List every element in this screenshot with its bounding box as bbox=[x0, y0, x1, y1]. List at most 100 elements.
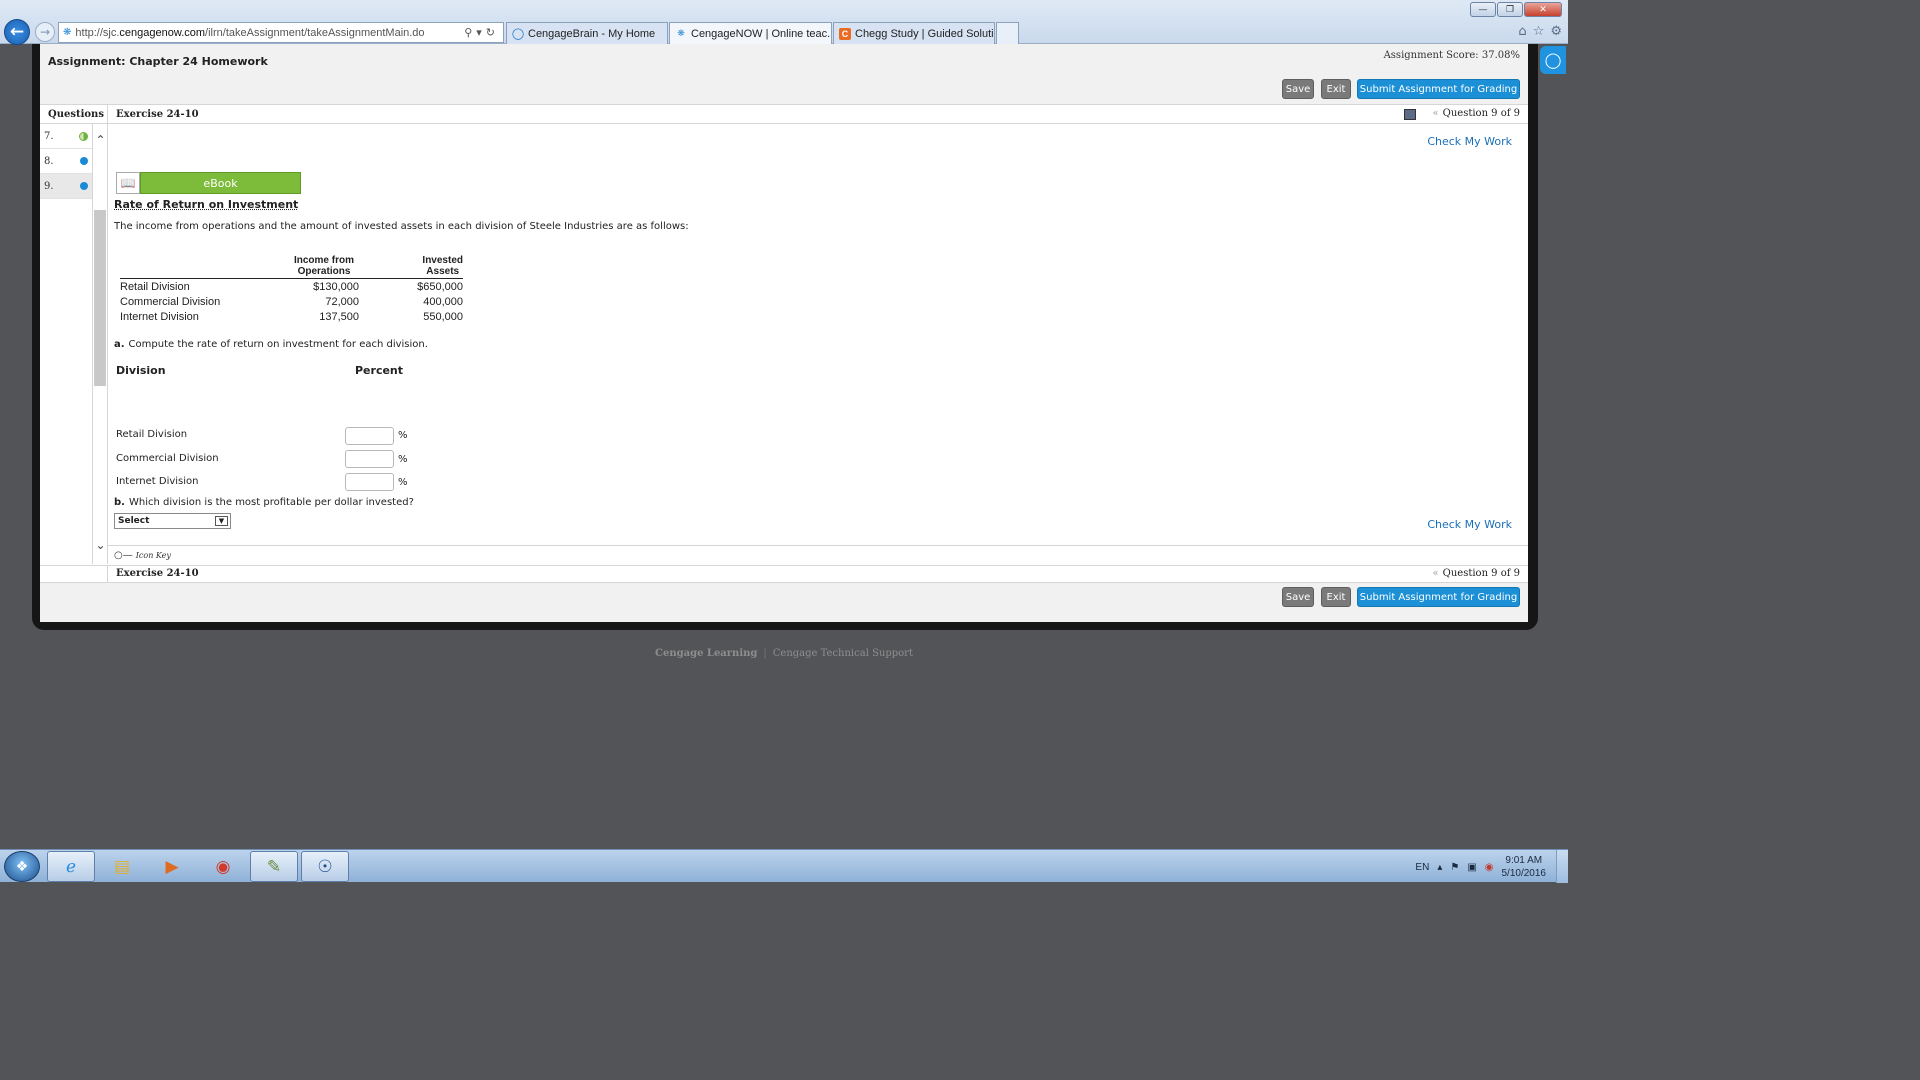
assignment-panel: Assignment: Chapter 24 Homework Assignme… bbox=[40, 44, 1528, 622]
language-indicator[interactable]: EN bbox=[1415, 862, 1429, 873]
minimize-button[interactable]: — bbox=[1470, 2, 1496, 17]
footer-left-cell bbox=[40, 566, 108, 583]
forward-button[interactable]: → bbox=[35, 22, 55, 42]
table-header-assets: Invested Assets bbox=[359, 255, 463, 279]
table-cell-assets: 550,000 bbox=[423, 311, 463, 324]
percent-sign: % bbox=[398, 477, 408, 488]
table-row: Retail Division $130,000 $650,000 bbox=[120, 279, 463, 295]
taskbar-paint[interactable]: ✎ bbox=[250, 851, 298, 882]
submit-assignment-button[interactable]: Submit Assignment for Grading bbox=[1357, 79, 1520, 99]
address-bar[interactable]: ❋ http://sjc.cengagenow.com/ilrn/takeAss… bbox=[58, 22, 504, 43]
volume-muted-icon[interactable]: ◉ bbox=[1485, 862, 1494, 873]
exercise-title: Exercise 24-10 bbox=[116, 108, 199, 120]
footer-exercise-title: Exercise 24-10 bbox=[116, 568, 199, 579]
key-icon: ○— bbox=[114, 550, 133, 561]
cengage-learning-link[interactable]: Cengage Learning bbox=[655, 648, 757, 659]
table-cell-division: Internet Division bbox=[120, 311, 199, 324]
action-center-flag-icon[interactable]: ⚑ bbox=[1450, 862, 1459, 873]
headset-icon[interactable]: ◯ bbox=[1540, 46, 1566, 74]
taskbar-chrome[interactable]: ◉ bbox=[199, 851, 247, 882]
save-button[interactable]: Save bbox=[1282, 79, 1314, 99]
restore-button[interactable]: ❐ bbox=[1497, 2, 1523, 17]
table-cell-assets: 400,000 bbox=[423, 295, 463, 308]
table-cell-division: Retail Division bbox=[120, 280, 190, 293]
internet-percent-input[interactable] bbox=[345, 473, 394, 491]
question-item-8[interactable]: 8. bbox=[40, 149, 92, 174]
footer-question-counter[interactable]: «Question 9 of 9 bbox=[1433, 568, 1520, 579]
partial-status-icon bbox=[79, 131, 88, 141]
back-button[interactable]: ← bbox=[4, 19, 30, 45]
division-data-table: Income from Operations Invested Assets Ret… bbox=[120, 255, 463, 325]
calculator-icon[interactable] bbox=[1404, 109, 1416, 120]
retail-percent-input[interactable] bbox=[345, 427, 394, 445]
book-icon[interactable]: 📖 bbox=[116, 172, 140, 194]
question-counter[interactable]: «Question 9 of 9 bbox=[1433, 108, 1520, 119]
tab-cengagenow[interactable]: ❋ CengageNOW | Online teac... ✕ bbox=[669, 22, 832, 44]
new-tab-button[interactable] bbox=[996, 22, 1019, 44]
table-row: Commercial Division 72,000 400,000 bbox=[120, 294, 463, 310]
tray-expand-icon[interactable]: ▴ bbox=[1437, 862, 1442, 873]
table-cell-income: 137,500 bbox=[319, 311, 359, 324]
home-icon[interactable]: ⌂ bbox=[1518, 24, 1526, 39]
url-text: http://sjc.cengagenow.com/ilrn/takeAssig… bbox=[75, 26, 425, 39]
assignment-title: Assignment: Chapter 24 Homework bbox=[48, 55, 268, 68]
exit-button[interactable]: Exit bbox=[1321, 79, 1351, 99]
section-title: Rate of Return on Investment bbox=[114, 198, 299, 211]
percent-sign: % bbox=[398, 430, 408, 441]
exit-button-bottom[interactable]: Exit bbox=[1321, 587, 1351, 607]
technical-support-link[interactable]: Cengage Technical Support bbox=[773, 648, 913, 659]
taskbar-media-player[interactable]: ▶ bbox=[148, 851, 196, 882]
chevron-left-icon: « bbox=[1432, 108, 1439, 119]
unanswered-status-icon bbox=[80, 182, 88, 190]
table-cell-income: $130,000 bbox=[313, 280, 359, 293]
exercise-footer-heading: Exercise 24-10 «Question 9 of 9 bbox=[40, 565, 1528, 583]
percent-column-header: Percent bbox=[355, 364, 404, 377]
assignment-footer: Save Exit Submit Assignment for Grading bbox=[40, 583, 1528, 622]
browser-toolbar-icons: ⌂ ☆ ⚙ bbox=[1518, 24, 1562, 39]
close-window-button[interactable]: ✕ bbox=[1524, 2, 1562, 17]
division-column-header: Division bbox=[116, 364, 166, 377]
ie-icon: ◯ bbox=[511, 28, 525, 40]
favorites-star-icon[interactable]: ☆ bbox=[1533, 24, 1545, 39]
answer-label-commercial: Commercial Division bbox=[116, 453, 219, 464]
chegg-icon: C bbox=[839, 27, 851, 40]
windows-taskbar: ❖ ℯ ▤ ▶ ◉ ✎ ☉ EN ▴ ⚑ ▣ ◉ 9:01 AM 5/10/20… bbox=[0, 849, 1568, 883]
intro-text: The income from operations and the amoun… bbox=[114, 221, 689, 232]
page-footer: Cengage Learning | Cengage Technical Suppo… bbox=[0, 648, 1568, 659]
chevron-down-icon: ▼ bbox=[215, 516, 228, 526]
scroll-up-chevron-icon[interactable]: ⌃ bbox=[93, 133, 108, 147]
ebook-bar: 📖 eBook bbox=[116, 172, 301, 194]
question-item-7[interactable]: 7. bbox=[40, 124, 92, 149]
chrome-icon: ◉ bbox=[215, 856, 231, 877]
tab-cengagebrain[interactable]: ◯ CengageBrain - My Home bbox=[506, 22, 668, 44]
question-item-9[interactable]: 9. bbox=[40, 174, 92, 199]
ie-icon: ℯ bbox=[65, 856, 77, 877]
icon-key[interactable]: ○— Icon Key bbox=[108, 545, 1528, 565]
check-my-work-link-top[interactable]: Check My Work bbox=[1427, 135, 1512, 148]
taskbar-file-explorer[interactable]: ▤ bbox=[98, 851, 146, 882]
search-refresh-icons[interactable]: ⚲▾↻ bbox=[464, 26, 503, 39]
check-my-work-link-bottom[interactable]: Check My Work bbox=[1427, 518, 1512, 531]
settings-gear-icon[interactable]: ⚙ bbox=[1550, 24, 1562, 39]
show-desktop-button[interactable] bbox=[1556, 850, 1568, 883]
clock[interactable]: 9:01 AM 5/10/2016 bbox=[1502, 854, 1547, 880]
answer-label-retail: Retail Division bbox=[116, 429, 188, 440]
save-button-bottom[interactable]: Save bbox=[1282, 587, 1314, 607]
exercise-heading: Exercise 24-10 «Question 9 of 9 bbox=[108, 105, 1528, 124]
question-list: 7. 8. 9. bbox=[40, 124, 93, 564]
question-list-scrollbar[interactable]: ⌃ ⌄ bbox=[93, 124, 108, 564]
windows-start-button[interactable]: ❖ bbox=[4, 851, 40, 882]
media-player-icon: ▶ bbox=[165, 856, 179, 877]
network-icon[interactable]: ▣ bbox=[1467, 862, 1476, 873]
commercial-percent-input[interactable] bbox=[345, 450, 394, 468]
scrollbar-thumb[interactable] bbox=[94, 210, 106, 386]
taskbar-internet-explorer[interactable]: ℯ bbox=[47, 851, 95, 882]
most-profitable-division-select[interactable]: Select ▼ bbox=[114, 513, 231, 529]
taskbar-app-running[interactable]: ☉ bbox=[301, 851, 349, 882]
scroll-down-chevron-icon[interactable]: ⌄ bbox=[93, 538, 108, 552]
ebook-button[interactable]: eBook bbox=[140, 172, 301, 194]
table-header-income: Income from Operations bbox=[289, 255, 359, 279]
tab-chegg[interactable]: C Chegg Study | Guided Solutio... bbox=[833, 22, 995, 44]
submit-assignment-button-bottom[interactable]: Submit Assignment for Grading bbox=[1357, 587, 1520, 607]
table-cell-division: Commercial Division bbox=[120, 295, 221, 308]
